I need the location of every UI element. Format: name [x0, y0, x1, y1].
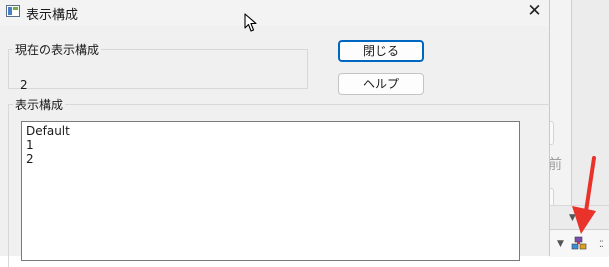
- display-config-icon[interactable]: [571, 236, 587, 252]
- config-legend: 表示構成: [15, 98, 64, 112]
- current-config-value: 2: [20, 78, 28, 92]
- dropdown-arrow-icon[interactable]: ▼: [557, 239, 564, 249]
- list-item[interactable]: 2: [26, 152, 515, 166]
- title-bar[interactable]: 表示構成 ✕: [0, 0, 549, 26]
- close-button[interactable]: 閉じる: [338, 40, 424, 62]
- current-config-legend: 現在の表示構成: [15, 43, 100, 57]
- list-item[interactable]: Default: [26, 124, 515, 138]
- current-config-group: 現在の表示構成 2: [8, 41, 308, 92]
- resize-grip-icon[interactable]: ⁚⁚: [599, 240, 604, 250]
- config-listbox[interactable]: Default 1 2: [21, 121, 520, 261]
- close-icon[interactable]: ✕: [520, 0, 549, 24]
- help-button[interactable]: ヘルプ: [338, 73, 424, 95]
- app-window-icon: [6, 5, 20, 17]
- annotation-arrow-icon: [572, 156, 596, 234]
- window-title: 表示構成: [26, 8, 79, 23]
- mouse-cursor-icon: [244, 13, 257, 32]
- display-config-dialog: 表示構成 ✕ 現在の表示構成 2 閉じる ヘルプ 表示構成 Default 1 …: [0, 0, 550, 267]
- list-item[interactable]: 1: [26, 138, 515, 152]
